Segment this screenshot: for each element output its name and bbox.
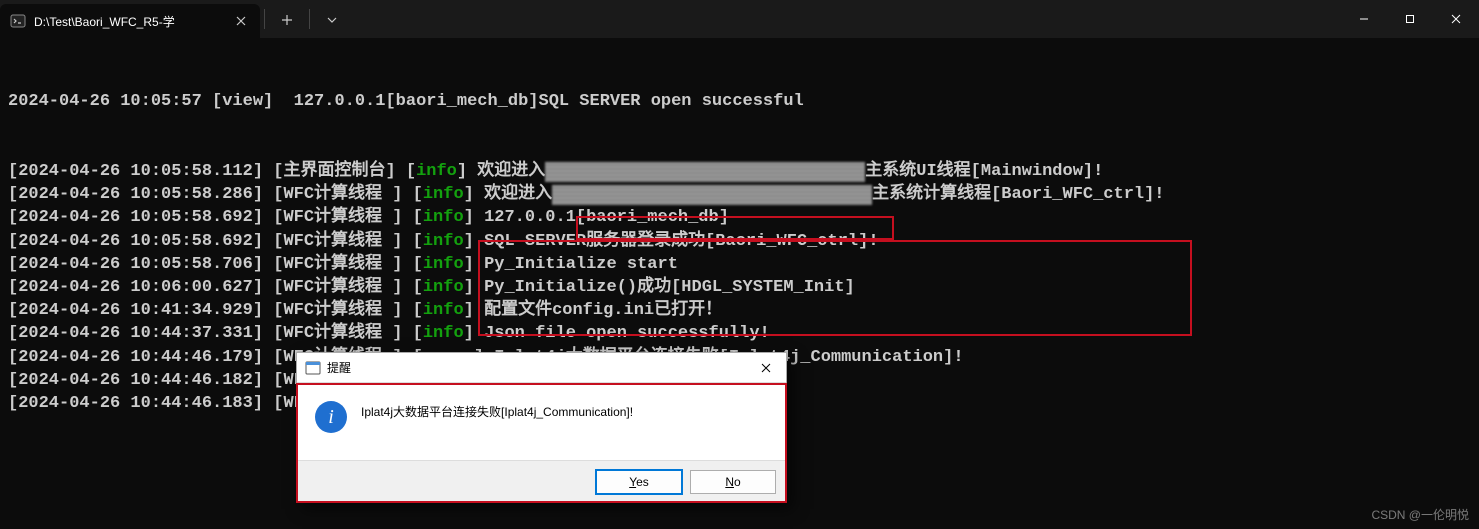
window-titlebar: D:\Test\Baori_WFC_R5-学: [0, 0, 1479, 38]
dialog-close-button[interactable]: [750, 354, 782, 382]
messagebox-dialog: 提醒 i Iplat4j大数据平台连接失败[Iplat4j_Communicat…: [296, 352, 787, 503]
log-line: [2024-04-26 10:05:58.112] [主界面控制台] [info…: [8, 160, 1471, 183]
dialog-title: 提醒: [327, 359, 744, 376]
log-line: [2024-04-26 10:05:58.706] [WFC计算线程 ] [in…: [8, 253, 1471, 276]
dialog-app-icon: [305, 360, 321, 376]
dialog-message: Iplat4j大数据平台连接失败[Iplat4j_Communication]!: [361, 401, 633, 420]
maximize-button[interactable]: [1387, 0, 1433, 38]
dialog-yes-button[interactable]: Yes: [596, 470, 682, 494]
tab-divider: [264, 9, 265, 29]
tab-title: D:\Test\Baori_WFC_R5-学: [34, 13, 224, 30]
new-tab-button[interactable]: [269, 2, 305, 38]
redacted-text: [545, 162, 865, 182]
dialog-titlebar[interactable]: 提醒: [297, 353, 786, 383]
window-close-button[interactable]: [1433, 0, 1479, 38]
log-line: [2024-04-26 10:44:37.331] [WFC计算线程 ] [in…: [8, 322, 1471, 345]
terminal-app-icon: [10, 13, 26, 29]
watermark: CSDN @一伦明悦: [1371, 506, 1469, 523]
terminal-tab-active[interactable]: D:\Test\Baori_WFC_R5-学: [0, 4, 260, 38]
dialog-no-button[interactable]: No: [690, 470, 776, 494]
tab-divider-2: [309, 9, 310, 29]
tab-dropdown-button[interactable]: [314, 2, 350, 38]
log-header-line: 2024-04-26 10:05:57 [view] 127.0.0.1[bao…: [8, 90, 1471, 113]
minimize-button[interactable]: [1341, 0, 1387, 38]
yes-rest: es: [636, 475, 649, 489]
titlebar-drag-region[interactable]: [350, 0, 1341, 38]
window-controls: [1341, 0, 1479, 38]
no-rest: o: [734, 475, 741, 489]
log-line: [2024-04-26 10:05:58.286] [WFC计算线程 ] [in…: [8, 183, 1471, 206]
info-icon: i: [315, 401, 347, 433]
log-line: [2024-04-26 10:06:00.627] [WFC计算线程 ] [in…: [8, 276, 1471, 299]
log-line: [2024-04-26 10:05:58.692] [WFC计算线程 ] [in…: [8, 206, 1471, 229]
dialog-body: i Iplat4j大数据平台连接失败[Iplat4j_Communication…: [297, 383, 786, 460]
dialog-button-row: Yes No: [297, 460, 786, 502]
redacted-text: [552, 185, 872, 205]
log-line: [2024-04-26 10:41:34.929] [WFC计算线程 ] [in…: [8, 299, 1471, 322]
tabbar-rest: [260, 0, 350, 38]
log-line: [2024-04-26 10:05:58.692] [WFC计算线程 ] [in…: [8, 230, 1471, 253]
tab-close-button[interactable]: [232, 12, 250, 30]
